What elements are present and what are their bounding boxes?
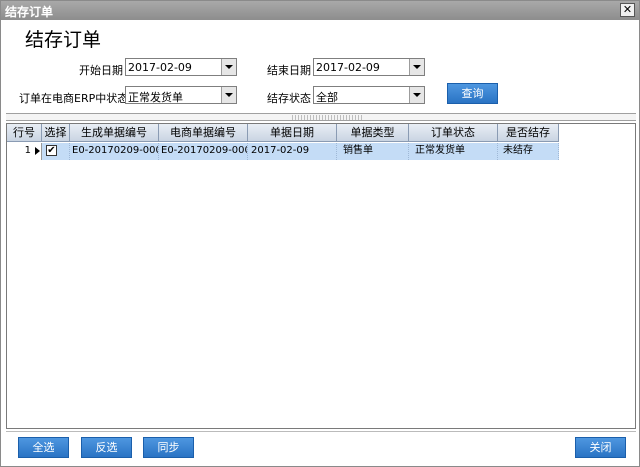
chevron-down-icon[interactable] bbox=[409, 59, 424, 75]
row-select-checkbox[interactable]: ✔ bbox=[46, 145, 57, 156]
column-header[interactable]: 单据类型 bbox=[337, 124, 409, 142]
column-header[interactable]: 生成单据编号 bbox=[70, 124, 159, 142]
panel-splitter[interactable] bbox=[6, 113, 636, 121]
chevron-down-icon[interactable] bbox=[221, 59, 236, 75]
settled-cell[interactable]: 未结存 bbox=[498, 143, 559, 160]
start-date-picker[interactable]: 2017-02-09 bbox=[125, 58, 237, 76]
sync-button[interactable]: 同步 bbox=[143, 437, 194, 458]
table-row[interactable]: 1 ✔ E0-20170209-0000: E0-20170209-0000: … bbox=[7, 143, 559, 160]
title-bar: 结存订单 ✕ bbox=[1, 1, 639, 20]
erp-status-value: 正常发货单 bbox=[128, 91, 183, 104]
column-header[interactable]: 单据日期 bbox=[248, 124, 337, 142]
order-settlement-window: 结存订单 ✕ 结存订单 开始日期 2017-02-09 结束日期 2017-02… bbox=[0, 0, 640, 467]
ec-doc-no-cell[interactable]: E0-20170209-0000: bbox=[159, 143, 248, 160]
invert-selection-button[interactable]: 反选 bbox=[81, 437, 132, 458]
close-window-button[interactable]: ✕ bbox=[620, 3, 635, 17]
erp-status-select[interactable]: 正常发货单 bbox=[125, 86, 237, 104]
window-title: 结存订单 bbox=[5, 5, 54, 19]
chevron-down-icon[interactable] bbox=[409, 87, 424, 103]
grid-header: 行号 选择 生成单据编号 电商单据编号 单据日期 单据类型 订单状态 是否结存 bbox=[7, 124, 559, 142]
order-status-cell[interactable]: 正常发货单 bbox=[409, 143, 498, 160]
column-header[interactable]: 电商单据编号 bbox=[159, 124, 248, 142]
settle-status-select[interactable]: 全部 bbox=[313, 86, 425, 104]
gen-doc-no-cell[interactable]: E0-20170209-0000: bbox=[70, 143, 159, 160]
chevron-down-icon[interactable] bbox=[221, 87, 236, 103]
doc-type-cell[interactable]: 销售单 bbox=[337, 143, 409, 160]
row-number: 1 bbox=[24, 145, 31, 156]
start-date-value: 2017-02-09 bbox=[128, 61, 192, 74]
close-button[interactable]: 关闭 bbox=[575, 437, 626, 458]
end-date-label: 结束日期 bbox=[267, 64, 311, 77]
row-pointer-icon bbox=[35, 147, 40, 155]
settle-status-value: 全部 bbox=[316, 91, 338, 104]
select-cell[interactable]: ✔ bbox=[42, 143, 70, 160]
column-header[interactable]: 行号 bbox=[7, 124, 42, 142]
end-date-value: 2017-02-09 bbox=[316, 61, 380, 74]
start-date-label: 开始日期 bbox=[79, 64, 123, 77]
doc-date-cell[interactable]: 2017-02-09 bbox=[248, 143, 337, 160]
column-header[interactable]: 是否结存 bbox=[498, 124, 559, 142]
end-date-picker[interactable]: 2017-02-09 bbox=[313, 58, 425, 76]
column-header[interactable]: 订单状态 bbox=[409, 124, 498, 142]
select-all-button[interactable]: 全选 bbox=[18, 437, 69, 458]
erp-status-label: 订单在电商ERP中状态 bbox=[19, 92, 129, 105]
orders-grid: 行号 选择 生成单据编号 电商单据编号 单据日期 单据类型 订单状态 是否结存 … bbox=[6, 123, 636, 429]
row-number-cell: 1 bbox=[7, 143, 42, 160]
query-button[interactable]: 查询 bbox=[447, 83, 498, 104]
splitter-grip-icon[interactable] bbox=[292, 115, 362, 120]
column-header[interactable]: 选择 bbox=[42, 124, 70, 142]
page-title: 结存订单 bbox=[25, 29, 102, 51]
settle-status-label: 结存状态 bbox=[267, 92, 311, 105]
